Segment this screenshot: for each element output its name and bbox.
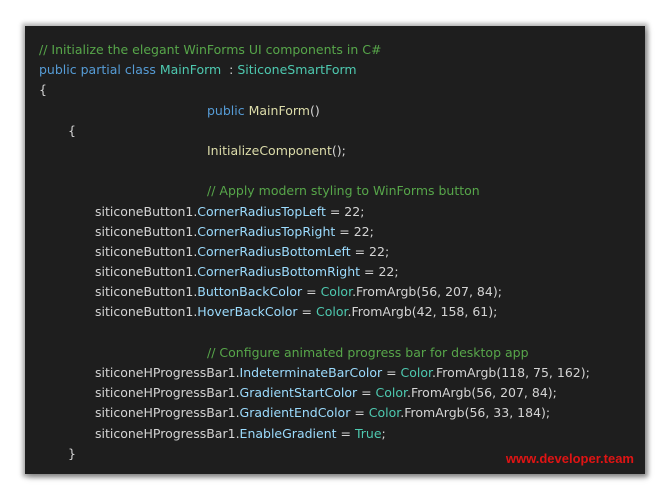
code-line-initialize-call: InitializeComponent(); [39, 141, 631, 161]
from-argb: .FromArgb [407, 385, 472, 401]
property-name: HoverBackColor [197, 304, 298, 320]
code-block: // Initialize the elegant WinForms UI co… [39, 40, 631, 464]
code-comment: // Configure animated progress bar for d… [207, 344, 529, 360]
code-line-progress-prop: siticoneHProgressBar1.GradientStartColor… [39, 383, 631, 403]
color-type: Color [375, 385, 408, 401]
object-ref: siticoneButton1. [95, 203, 198, 219]
code-line-button-prop: siticoneButton1.CornerRadiusBottomLeft =… [39, 242, 631, 262]
code-line-class-declaration: public partial class MainForm : Siticone… [39, 60, 631, 80]
property-name: EnableGradient [239, 425, 337, 441]
colon: : [229, 62, 234, 78]
code-screenshot-frame: // Initialize the elegant WinForms UI co… [25, 26, 645, 474]
code-line-comment-button: // Apply modern styling to WinForms butt… [39, 181, 631, 201]
argb-args: (42, 158, 61); [411, 304, 498, 320]
code-line-comment-progress: // Configure animated progress bar for d… [39, 343, 631, 363]
code-line-comment-header: // Initialize the elegant WinForms UI co… [39, 40, 631, 60]
assignment: = 22; [350, 243, 390, 259]
method-call: InitializeComponent [207, 142, 332, 158]
code-comment: // Initialize the elegant WinForms UI co… [39, 42, 382, 57]
keyword-partial: partial [80, 62, 121, 78]
code-line-progress-prop: siticoneHProgressBar1.EnableGradient = T… [39, 424, 631, 444]
brace-open: { [39, 82, 47, 98]
base-class-name: SiticoneSmartForm [237, 62, 357, 78]
argb-args: (118, 75, 162); [496, 365, 590, 380]
argb-args: (56, 207, 84); [416, 284, 502, 300]
property-name: CornerRadiusBottomRight [197, 264, 361, 280]
brace-close: } [68, 445, 76, 461]
equals: = [297, 304, 316, 320]
brace-open: { [68, 122, 76, 138]
object-ref: siticoneHProgressBar1. [95, 365, 240, 380]
property-name: ButtonBackColor [197, 284, 303, 300]
object-ref: siticoneButton1. [95, 284, 198, 300]
code-line-button-prop: siticoneButton1.HoverBackColor = Color.F… [39, 302, 631, 322]
equals: = [302, 284, 321, 300]
property-name: CornerRadiusTopRight [197, 223, 336, 239]
color-type: Color [315, 304, 348, 320]
object-ref: siticoneHProgressBar1. [95, 385, 240, 401]
keyword-public: public [39, 62, 77, 78]
assignment: = 22; [360, 264, 399, 280]
assignment: = 22; [325, 203, 365, 219]
code-line-button-prop: siticoneButton1.CornerRadiusTopRight = 2… [39, 222, 631, 242]
class-name: MainForm [159, 62, 222, 78]
watermark-text: www.developer.team [505, 451, 634, 466]
bool-literal: True [354, 425, 382, 441]
code-line-progress-prop: siticoneHProgressBar1.GradientEndColor =… [39, 403, 631, 423]
call-tail: (); [331, 142, 346, 158]
property-name: GradientEndColor [239, 405, 351, 421]
constructor-name: MainForm [248, 102, 310, 118]
constructor-parens: () [309, 102, 320, 118]
keyword-public: public [207, 102, 245, 118]
from-argb: .FromArgb [400, 405, 465, 421]
object-ref: siticoneButton1. [95, 304, 198, 320]
from-argb: .FromArgb [432, 365, 497, 380]
color-type: Color [400, 365, 433, 380]
property-name: CornerRadiusBottomLeft [197, 243, 351, 259]
code-line-button-prop: siticoneButton1.ButtonBackColor = Color.… [39, 282, 631, 302]
equals: = [350, 405, 369, 421]
code-line-progress-prop: siticoneHProgressBar1.IndeterminateBarCo… [39, 363, 631, 383]
code-comment: // Apply modern styling to WinForms butt… [207, 183, 480, 199]
color-type: Color [368, 405, 401, 421]
code-line-ctor-brace-open: { [39, 121, 631, 141]
code-line-button-prop: siticoneButton1.CornerRadiusBottomRight … [39, 262, 631, 282]
from-argb: .FromArgb [347, 304, 412, 320]
property-name: CornerRadiusTopLeft [197, 203, 326, 219]
assignment: = 22; [335, 223, 374, 239]
keyword-class: class [124, 62, 156, 78]
object-ref: siticoneHProgressBar1. [95, 425, 240, 441]
property-name: IndeterminateBarColor [239, 365, 383, 380]
property-name: GradientStartColor [239, 385, 358, 401]
from-argb: .FromArgb [352, 284, 417, 300]
argb-args: (56, 207, 84); [471, 385, 557, 401]
equals: = [336, 425, 355, 441]
statement-tail: ; [381, 425, 386, 441]
code-line-button-prop: siticoneButton1.CornerRadiusTopLeft = 22… [39, 202, 631, 222]
object-ref: siticoneButton1. [95, 223, 198, 239]
object-ref: siticoneButton1. [95, 243, 198, 259]
equals: = [382, 365, 401, 380]
code-line-brace-open: { [39, 80, 631, 100]
code-line-constructor: public MainForm() [39, 101, 631, 121]
object-ref: siticoneButton1. [95, 264, 198, 280]
object-ref: siticoneHProgressBar1. [95, 405, 240, 421]
color-type: Color [320, 284, 353, 300]
equals: = [357, 385, 376, 401]
argb-args: (56, 33, 184); [464, 405, 551, 421]
